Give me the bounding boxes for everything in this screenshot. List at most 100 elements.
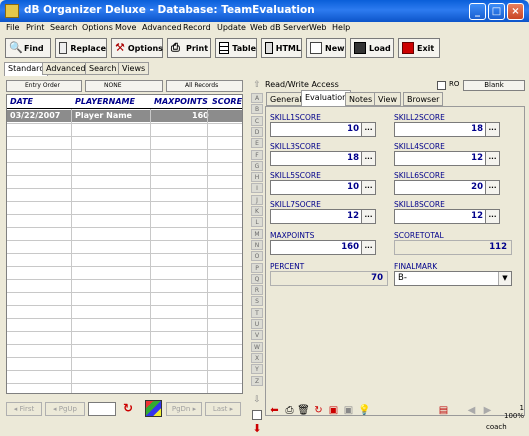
table-button[interactable]: Table bbox=[215, 38, 257, 58]
alpha-index-l[interactable]: L bbox=[251, 217, 263, 228]
back-arrow-icon[interactable]: ⬅ bbox=[268, 404, 281, 417]
copy-record-icon[interactable]: ▣ bbox=[327, 404, 340, 417]
alpha-index-y[interactable]: Y bbox=[251, 364, 263, 375]
menu-record[interactable]: Record bbox=[183, 23, 211, 32]
read-only-checkbox[interactable] bbox=[437, 81, 446, 90]
blank-button[interactable]: Blank bbox=[463, 80, 525, 91]
pgup-button[interactable]: ◂ PgUp bbox=[45, 402, 85, 416]
skill1-field[interactable]: 10... bbox=[270, 122, 376, 137]
alpha-index-q[interactable]: Q bbox=[251, 273, 263, 284]
alpha-index-h[interactable]: H bbox=[251, 172, 263, 183]
alpha-index-e[interactable]: E bbox=[251, 138, 263, 149]
options-button[interactable]: ⚒ Options bbox=[111, 38, 163, 58]
skill6-dots-button[interactable]: ... bbox=[485, 181, 499, 194]
alpha-index-g[interactable]: G bbox=[251, 160, 263, 171]
alpha-index-w[interactable]: W bbox=[251, 341, 263, 352]
menu-web[interactable]: Web bbox=[309, 23, 326, 32]
scroll-up-icon[interactable]: ⇧ bbox=[251, 80, 263, 92]
skill2-dots-button[interactable]: ... bbox=[485, 123, 499, 136]
tab-browser[interactable]: Browser bbox=[403, 92, 444, 106]
skill5-field[interactable]: 10... bbox=[270, 180, 376, 195]
all-records-button[interactable]: All Records bbox=[166, 80, 243, 92]
export-icon[interactable]: ▤ bbox=[437, 404, 450, 417]
sort-none-button[interactable]: NONE bbox=[85, 80, 163, 92]
menu-web-db-server[interactable]: Web dB Server bbox=[250, 23, 309, 32]
alpha-index-f[interactable]: F bbox=[251, 149, 263, 160]
tab-notes[interactable]: Notes bbox=[345, 92, 377, 106]
html-button[interactable]: HTML bbox=[261, 38, 302, 58]
column-maxpoints[interactable]: MAXPOINTS bbox=[154, 97, 208, 106]
maxpoints-field[interactable]: 160... bbox=[270, 240, 376, 255]
alpha-index-k[interactable]: K bbox=[251, 206, 263, 216]
record-number-input[interactable] bbox=[88, 402, 116, 416]
find-button[interactable]: 🔍 Find bbox=[5, 38, 51, 58]
alpha-index-m[interactable]: M bbox=[251, 228, 263, 239]
skill4-field[interactable]: 12... bbox=[394, 151, 500, 166]
tab-evaluation[interactable]: Evaluation bbox=[301, 90, 352, 106]
alpha-index-c[interactable]: C bbox=[251, 115, 263, 126]
close-button[interactable]: × bbox=[507, 3, 524, 20]
alpha-index-p[interactable]: P bbox=[251, 262, 263, 273]
menu-update[interactable]: Update bbox=[217, 23, 246, 32]
color-grid-icon[interactable] bbox=[145, 400, 162, 417]
lightbulb-icon[interactable]: 💡 bbox=[358, 404, 371, 417]
skill7-field[interactable]: 12... bbox=[270, 209, 376, 224]
pgdn-button[interactable]: PgDn ▸ bbox=[166, 402, 202, 416]
menu-advanced[interactable]: Advanced bbox=[142, 23, 182, 32]
skill1-dots-button[interactable]: ... bbox=[361, 123, 375, 136]
skill4-dots-button[interactable]: ... bbox=[485, 152, 499, 165]
new-button[interactable]: New bbox=[306, 38, 346, 58]
maxpoints-dots-button[interactable]: ... bbox=[361, 241, 375, 254]
alpha-index-d[interactable]: D bbox=[251, 126, 263, 137]
menu-options[interactable]: Options bbox=[82, 23, 113, 32]
alpha-index-j[interactable]: J bbox=[251, 194, 263, 205]
skill5-dots-button[interactable]: ... bbox=[361, 181, 375, 194]
column-scoretotal[interactable]: SCORET bbox=[212, 97, 242, 106]
refresh-icon[interactable]: ↻ bbox=[121, 401, 135, 416]
skill2-field[interactable]: 18... bbox=[394, 122, 500, 137]
tab-views[interactable]: Views bbox=[118, 62, 150, 75]
tab-general[interactable]: General bbox=[266, 92, 306, 106]
alpha-index-u[interactable]: U bbox=[251, 319, 263, 329]
paste-record-icon[interactable]: ▣ bbox=[342, 404, 355, 417]
tab-advanced[interactable]: Advanced bbox=[42, 62, 90, 75]
scroll-down-icon[interactable]: ⇩ bbox=[251, 395, 263, 407]
exit-button[interactable]: Exit bbox=[398, 38, 440, 58]
records-grid[interactable]: DATE PLAYERNAME MAXPOINTS SCORET 03/22/2… bbox=[6, 94, 243, 394]
skill7-dots-button[interactable]: ... bbox=[361, 210, 375, 223]
undo-icon[interactable]: ↻ bbox=[312, 404, 325, 417]
menu-print[interactable]: Print bbox=[26, 23, 44, 32]
load-button[interactable]: Load bbox=[350, 38, 394, 58]
prev-disabled-icon[interactable]: ◀ bbox=[465, 404, 478, 417]
skill8-field[interactable]: 12... bbox=[394, 209, 500, 224]
skill6-field[interactable]: 20... bbox=[394, 180, 500, 195]
menu-file[interactable]: File bbox=[6, 23, 19, 32]
replace-button[interactable]: Replace bbox=[55, 38, 107, 58]
first-button[interactable]: ◂ First bbox=[6, 402, 42, 416]
printer-icon[interactable]: ⎙ bbox=[283, 404, 296, 417]
minimize-button[interactable]: _ bbox=[469, 3, 486, 20]
select-checkbox[interactable] bbox=[252, 410, 262, 420]
alpha-index-z[interactable]: Z bbox=[251, 375, 263, 386]
alpha-index-i[interactable]: I bbox=[251, 183, 263, 194]
menu-move[interactable]: Move bbox=[115, 23, 136, 32]
down-arrow-icon[interactable]: ⬇ bbox=[250, 422, 264, 435]
alpha-index-x[interactable]: X bbox=[251, 352, 263, 363]
column-date[interactable]: DATE bbox=[10, 97, 33, 106]
next-disabled-icon[interactable]: ▶ bbox=[481, 404, 494, 417]
maximize-button[interactable]: □ bbox=[488, 3, 505, 20]
alpha-index-n[interactable]: N bbox=[251, 239, 263, 250]
alpha-index-t[interactable]: T bbox=[251, 307, 263, 318]
finalmark-select[interactable]: B- ▼ bbox=[394, 271, 512, 286]
menu-help[interactable]: Help bbox=[332, 23, 350, 32]
alpha-index-v[interactable]: V bbox=[251, 330, 263, 341]
alpha-index-s[interactable]: S bbox=[251, 296, 263, 307]
skill3-field[interactable]: 18... bbox=[270, 151, 376, 166]
entry-order-button[interactable]: Entry Order bbox=[6, 80, 82, 92]
column-playername[interactable]: PLAYERNAME bbox=[75, 97, 135, 106]
alpha-index-a[interactable]: A bbox=[251, 93, 263, 103]
tab-search[interactable]: Search bbox=[85, 62, 121, 75]
trash-icon[interactable]: 🗑 bbox=[297, 404, 310, 417]
last-button[interactable]: Last ▸ bbox=[205, 402, 241, 416]
alpha-index-r[interactable]: R bbox=[251, 285, 263, 296]
